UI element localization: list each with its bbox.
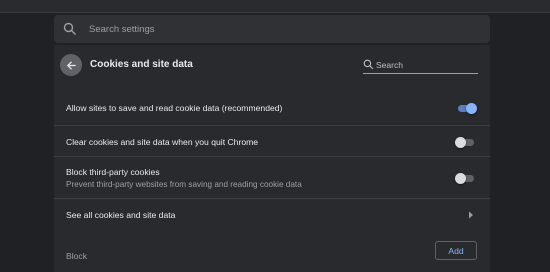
back-button[interactable] [60,54,82,76]
search-settings-input[interactable]: Search settings [89,24,154,35]
setting-row-clear-on-quit[interactable]: Clear cookies and site data when you qui… [54,125,490,157]
search-icon [63,22,76,35]
search-icon [363,59,374,70]
setting-row-block-third-party[interactable]: Block third-party cookies Prevent third-… [54,156,490,199]
cookies-panel: Cookies and site data Search Allow sites… [54,45,490,272]
setting-sublabel: Prevent third-party websites from saving… [66,180,302,189]
block-third-party-toggle[interactable] [455,173,476,184]
top-bar [0,0,550,13]
toggle-thumb [466,103,477,114]
panel-header: Cookies and site data Search [54,45,490,89]
cookies-search-field[interactable]: Search [363,58,478,74]
setting-label: Clear cookies and site data when you qui… [66,137,259,147]
chevron-right-icon [469,211,473,219]
setting-row-allow-cookies[interactable]: Allow sites to save and read cookie data… [54,89,490,125]
setting-label: Block third-party cookies [66,167,160,177]
see-all-cookies-row[interactable]: See all cookies and site data [54,198,490,235]
block-section-label: Block [66,251,88,261]
cookies-search-input[interactable]: Search [376,60,403,70]
page-title: Cookies and site data [90,59,193,70]
see-all-cookies-label: See all cookies and site data [66,210,176,220]
clear-on-quit-toggle[interactable] [455,137,476,148]
back-arrow-icon [66,60,76,70]
toggle-thumb [455,173,466,184]
add-block-button[interactable]: Add [435,241,477,260]
toggle-thumb [455,137,466,148]
search-settings-bar[interactable]: Search settings [54,15,490,43]
allow-cookies-toggle[interactable] [456,103,477,114]
setting-label: Allow sites to save and read cookie data… [66,103,283,113]
